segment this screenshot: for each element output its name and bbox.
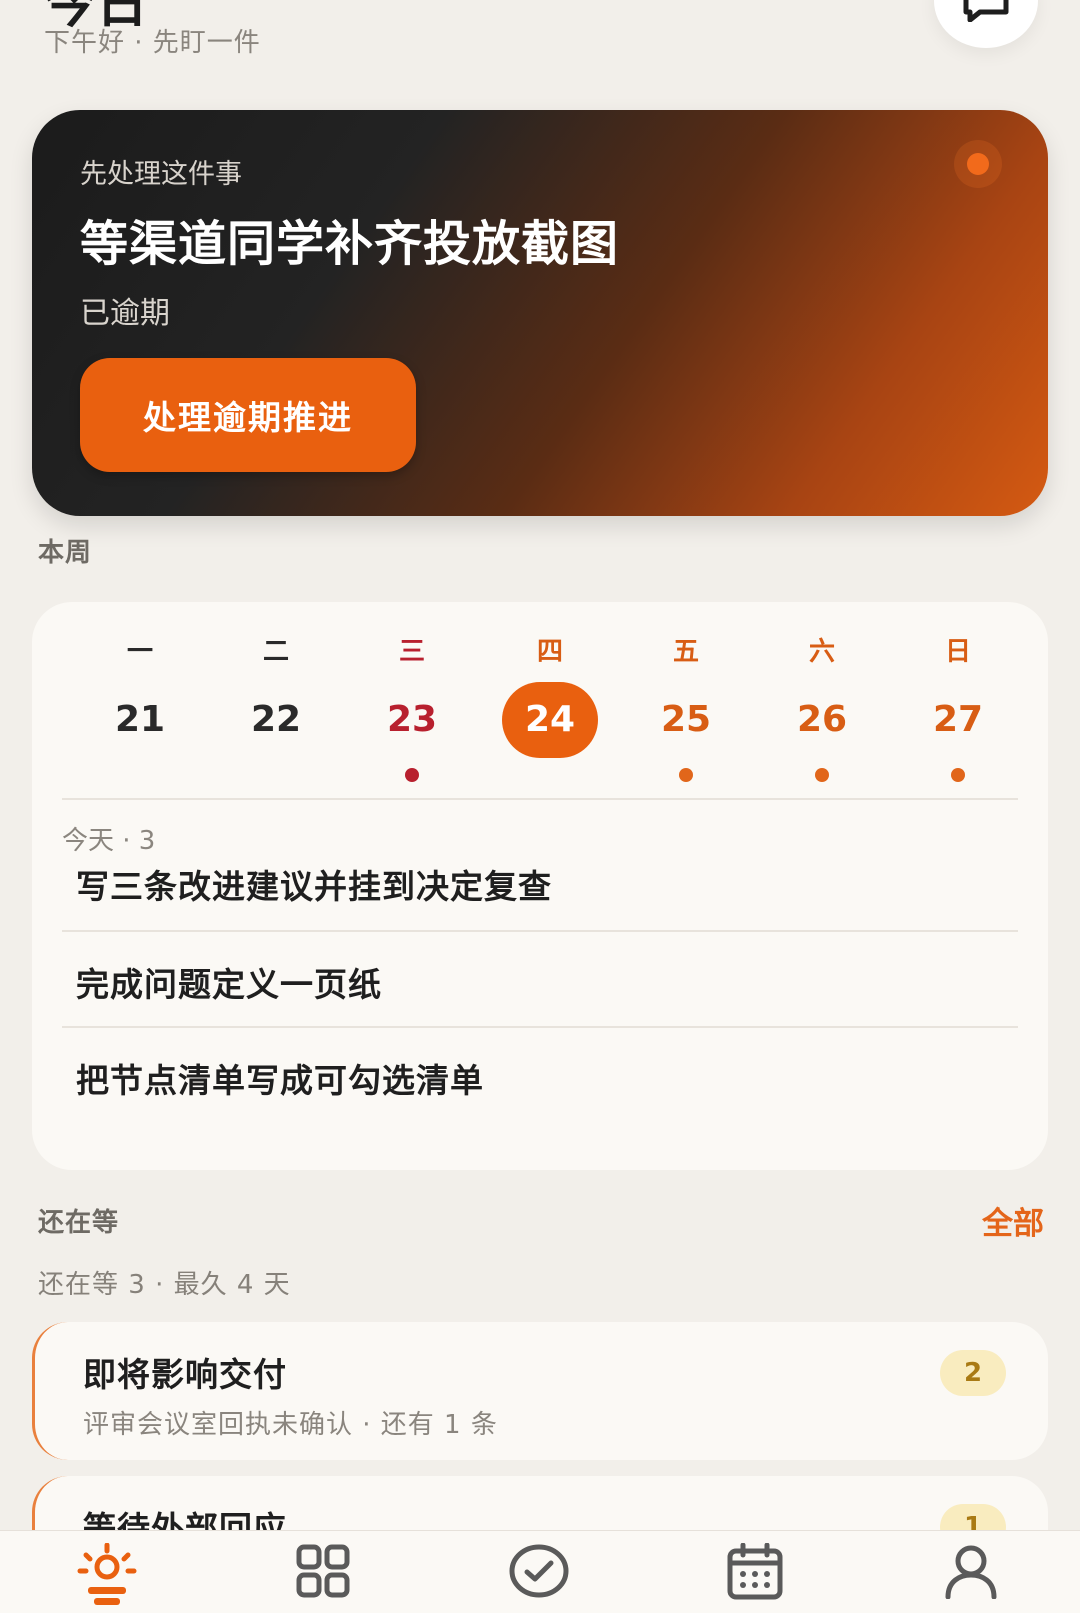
overdue-dot [405,768,419,782]
task-dot [815,768,829,782]
waiting-section-title: 还在等 [38,1208,120,1238]
today-count-label: 今天 · 3 [62,826,156,856]
weekday-label: 四 [536,637,563,667]
date-number: 27 [932,699,984,740]
week-strip: 一 21 二 22 三 23 四 24 五 25 六 26 日 27 [92,632,1052,782]
date-number: 23 [386,699,438,740]
week-section-title: 本周 [38,538,93,568]
task-item[interactable]: 把节点清单写成可勾选清单 [76,1054,484,1102]
waiting-summary: 还在等 3 · 最久 4 天 [38,1270,291,1300]
chat-bubble-icon [963,0,1009,22]
divider [62,798,1018,800]
week-card: 一 21 二 22 三 23 四 24 五 25 六 26 日 27 今天 · … [32,602,1048,1170]
priority-eyebrow: 先处理这件事 [80,159,242,190]
tab-profile[interactable] [926,1531,1016,1613]
day-mon[interactable]: 一 21 [92,632,188,758]
view-all-link[interactable]: 全部 [982,1198,1044,1243]
weekday-label: 六 [808,637,835,667]
weekday-label: 一 [126,637,153,667]
priority-card[interactable]: 先处理这件事 等渠道同学补齐投放截图 已逾期 处理逾期推进 [32,110,1048,516]
day-tue[interactable]: 二 22 [228,632,324,758]
priority-title: 等渠道同学补齐投放截图 [80,216,620,272]
weekday-label: 五 [672,637,699,667]
date-number: 22 [250,699,302,740]
calendar-icon [727,1543,783,1600]
status-indicator-dot [954,140,1002,188]
date-number: 21 [114,699,166,740]
task-dot [951,768,965,782]
waiting-group-subtitle: 评审会议室回执未确认 · 还有 1 条 [83,1410,498,1440]
day-sun[interactable]: 日 27 [910,632,1006,782]
weekday-label: 三 [398,637,425,667]
date-number-selected: 24 [502,682,598,758]
date-number: 25 [660,699,712,740]
day-wed[interactable]: 三 23 [364,632,460,782]
waiting-group-title: 即将影响交付 [83,1355,287,1394]
date-number: 26 [796,699,848,740]
today-screen: 今日 下午好 · 先盯一件 先处理这件事 等渠道同学补齐投放截图 已逾期 处理逾… [0,0,1080,1613]
day-thu-today[interactable]: 四 24 [502,632,598,758]
user-icon [945,1545,997,1599]
tab-today[interactable] [62,1531,152,1613]
weekday-label: 二 [262,637,289,667]
tab-calendar[interactable] [710,1531,800,1613]
divider [62,930,1018,932]
sun-icon [77,1543,137,1605]
waiting-group-card[interactable]: 即将影响交付 评审会议室回执未确认 · 还有 1 条 2 [32,1322,1048,1460]
count-badge: 2 [940,1350,1006,1396]
check-circle-icon [509,1544,569,1598]
task-item[interactable]: 完成问题定义一页纸 [76,958,382,1006]
day-fri[interactable]: 五 25 [638,632,734,782]
weekday-label: 日 [944,637,971,667]
grid-icon [296,1544,350,1598]
day-sat[interactable]: 六 26 [774,632,870,782]
tab-done[interactable] [494,1531,584,1613]
tab-overview[interactable] [278,1531,368,1613]
bottom-tab-bar [0,1530,1080,1613]
priority-status: 已逾期 [80,296,170,331]
greeting-text: 下午好 · 先盯一件 [44,28,261,58]
task-dot [679,768,693,782]
handle-overdue-button[interactable]: 处理逾期推进 [80,358,416,472]
message-button[interactable] [934,0,1038,48]
task-item[interactable]: 写三条改进建议并挂到决定复查 [76,860,552,908]
divider [62,1026,1018,1028]
